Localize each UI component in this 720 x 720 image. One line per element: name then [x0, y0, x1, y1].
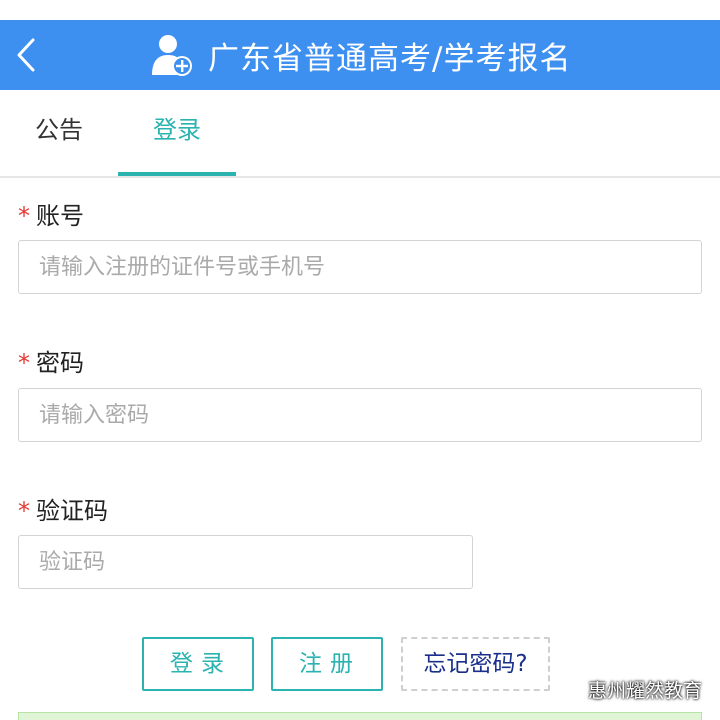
back-button[interactable]: [8, 32, 48, 78]
message-banner: [18, 712, 702, 720]
password-label: * 密码: [18, 343, 84, 378]
password-input[interactable]: [18, 388, 702, 442]
page-title: 广东省普通高考/学考报名: [208, 40, 572, 77]
back-arrow-icon: [17, 38, 35, 72]
login-button[interactable]: 登录: [142, 637, 254, 691]
required-mark: *: [18, 497, 30, 525]
app-header: 广东省普通高考/学考报名: [0, 20, 720, 90]
tab-login[interactable]: 登录: [118, 90, 236, 176]
wechat-icon: [553, 678, 581, 700]
account-label-text: 账号: [36, 202, 84, 230]
captcha-label: * 验证码: [18, 491, 108, 526]
required-mark: *: [18, 202, 30, 230]
register-button[interactable]: 注册: [271, 637, 383, 691]
title-group: 广东省普通高考/学考报名: [148, 30, 571, 80]
password-label-text: 密码: [36, 349, 84, 377]
add-user-icon: [152, 35, 192, 76]
captcha-label-text: 验证码: [36, 497, 108, 525]
captcha-input[interactable]: [18, 535, 473, 589]
account-label: * 账号: [18, 196, 84, 231]
account-input[interactable]: [18, 240, 702, 294]
required-mark: *: [18, 349, 30, 377]
tab-notice[interactable]: 公告: [0, 90, 118, 174]
tab-bar: 公告 登录: [0, 90, 720, 178]
watermark-text: 惠州耀然教育: [587, 680, 702, 702]
watermark: 惠州耀然教育: [552, 676, 702, 703]
forgot-password-link[interactable]: 忘记密码?: [401, 637, 550, 691]
